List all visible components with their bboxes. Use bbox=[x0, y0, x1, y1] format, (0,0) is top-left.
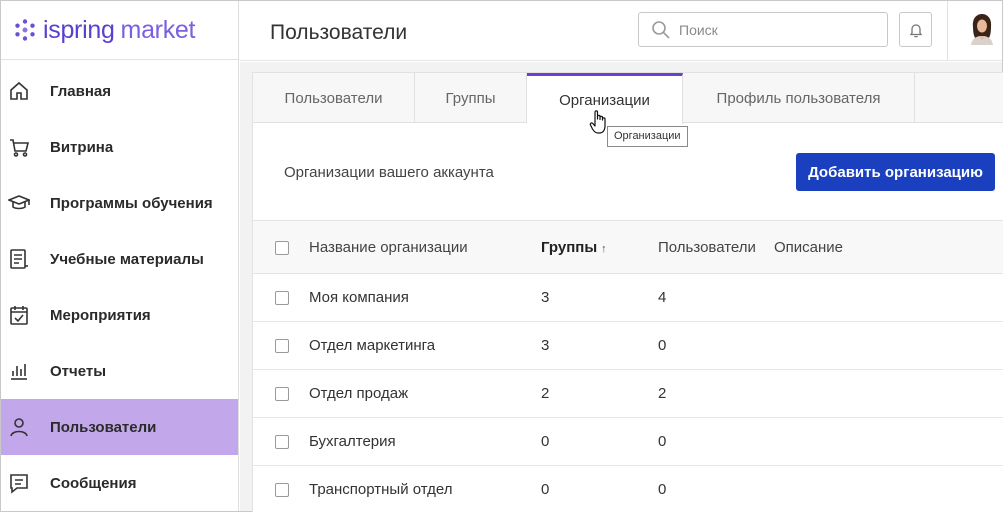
sidebar-item-home[interactable]: Главная bbox=[1, 63, 238, 119]
org-users: 0 bbox=[658, 433, 667, 450]
tab-label: Организации bbox=[559, 91, 650, 109]
row-checkbox[interactable] bbox=[275, 291, 289, 305]
org-name: Моя компания bbox=[309, 289, 409, 306]
ispring-logo-icon bbox=[15, 19, 35, 41]
brand-name-part1: ispring bbox=[43, 15, 115, 44]
org-name: Отдел продаж bbox=[309, 385, 409, 402]
add-organization-button[interactable]: Добавить организацию bbox=[796, 153, 995, 191]
org-groups: 3 bbox=[541, 337, 550, 354]
bar-chart-icon bbox=[8, 360, 30, 382]
table-row[interactable]: Транспортный отдел 0 0 bbox=[253, 466, 1003, 512]
sidebar-item-users[interactable]: Пользователи bbox=[1, 399, 238, 455]
sidebar: ispring market Главная Витрина Программы … bbox=[1, 1, 239, 511]
org-name: Бухгалтерия bbox=[309, 433, 396, 450]
row-checkbox[interactable] bbox=[275, 339, 289, 353]
search-input[interactable] bbox=[679, 19, 879, 41]
tab-label: Группы bbox=[445, 89, 496, 107]
sidebar-item-label: Мероприятия bbox=[50, 306, 151, 324]
notifications-button[interactable] bbox=[899, 12, 932, 47]
sidebar-item-label: Главная bbox=[50, 82, 112, 100]
bell-icon bbox=[909, 23, 922, 37]
org-groups: 0 bbox=[541, 481, 550, 498]
sidebar-item-label: Учебные материалы bbox=[50, 250, 204, 268]
org-groups: 3 bbox=[541, 289, 550, 306]
graduation-cap-icon bbox=[8, 192, 30, 214]
org-users: 2 bbox=[658, 385, 667, 402]
avatar[interactable] bbox=[968, 13, 996, 45]
logo[interactable]: ispring market bbox=[1, 1, 238, 60]
tab-label: Пользователи bbox=[284, 89, 383, 107]
sidebar-item-events[interactable]: Мероприятия bbox=[1, 287, 238, 343]
column-header-groups-label: Группы bbox=[541, 239, 598, 256]
search-box[interactable] bbox=[638, 12, 888, 47]
table-header: Название организации Группы ↑ Пользовател… bbox=[253, 220, 1003, 274]
organizations-panel: Пользователи Группы Организации Профиль … bbox=[252, 72, 1003, 512]
sidebar-item-messages[interactable]: Сообщения bbox=[1, 455, 238, 511]
tab-bar: Пользователи Группы Организации Профиль … bbox=[253, 73, 1003, 124]
org-users: 4 bbox=[658, 289, 667, 306]
user-icon bbox=[8, 416, 30, 438]
sidebar-item-programs[interactable]: Программы обучения bbox=[1, 175, 238, 231]
section-subtitle: Организации вашего аккаунта bbox=[284, 164, 494, 181]
sidebar-item-label: Сообщения bbox=[50, 474, 137, 492]
table-row[interactable]: Отдел маркетинга 3 0 bbox=[253, 322, 1003, 370]
hand-cursor-icon bbox=[589, 110, 606, 134]
org-users: 0 bbox=[658, 337, 667, 354]
header-divider bbox=[947, 1, 948, 61]
org-name: Транспортный отдел bbox=[309, 481, 453, 498]
sidebar-item-materials[interactable]: Учебные материалы bbox=[1, 231, 238, 287]
org-groups: 2 bbox=[541, 385, 550, 402]
page-title: Пользователи bbox=[270, 21, 408, 44]
tab-label: Профиль пользователя bbox=[716, 89, 881, 107]
top-bar: Пользователи bbox=[240, 1, 1002, 61]
home-icon bbox=[8, 80, 30, 102]
tab-groups[interactable]: Группы bbox=[415, 73, 527, 123]
sidebar-item-label: Программы обучения bbox=[50, 194, 213, 212]
brand-name: ispring market bbox=[43, 16, 195, 45]
sidebar-item-showcase[interactable]: Витрина bbox=[1, 119, 238, 175]
column-header-description[interactable]: Описание bbox=[774, 239, 843, 256]
tab-users[interactable]: Пользователи bbox=[253, 73, 415, 123]
row-checkbox[interactable] bbox=[275, 483, 289, 497]
calendar-check-icon bbox=[8, 304, 30, 326]
message-icon bbox=[8, 472, 30, 494]
sidebar-item-reports[interactable]: Отчеты bbox=[1, 343, 238, 399]
row-checkbox[interactable] bbox=[275, 387, 289, 401]
row-checkbox[interactable] bbox=[275, 435, 289, 449]
select-all-checkbox[interactable] bbox=[275, 241, 289, 255]
table-row[interactable]: Моя компания 3 4 bbox=[253, 274, 1003, 322]
column-header-name[interactable]: Название организации bbox=[309, 239, 468, 256]
org-users: 0 bbox=[658, 481, 667, 498]
sidebar-item-label: Пользователи bbox=[50, 418, 157, 436]
search-icon bbox=[652, 21, 670, 39]
sidebar-item-label: Витрина bbox=[50, 138, 114, 156]
cart-icon bbox=[8, 136, 30, 158]
table-row[interactable]: Отдел продаж 2 2 bbox=[253, 370, 1003, 418]
org-name: Отдел маркетинга bbox=[309, 337, 436, 354]
org-groups: 0 bbox=[541, 433, 550, 450]
sort-arrow-icon: ↑ bbox=[601, 243, 607, 255]
brand-name-part2: market bbox=[120, 15, 196, 44]
tab-user-profile[interactable]: Профиль пользователя bbox=[683, 73, 915, 123]
sidebar-item-label: Отчеты bbox=[50, 362, 107, 380]
document-icon bbox=[8, 248, 30, 270]
tooltip: Организации bbox=[607, 126, 688, 147]
column-header-groups[interactable]: Группы ↑ bbox=[541, 239, 607, 256]
table-row[interactable]: Бухгалтерия 0 0 bbox=[253, 418, 1003, 466]
main-content: Пользователи Группы Организации Профиль … bbox=[240, 62, 1003, 512]
column-header-users[interactable]: Пользователи bbox=[658, 239, 756, 256]
